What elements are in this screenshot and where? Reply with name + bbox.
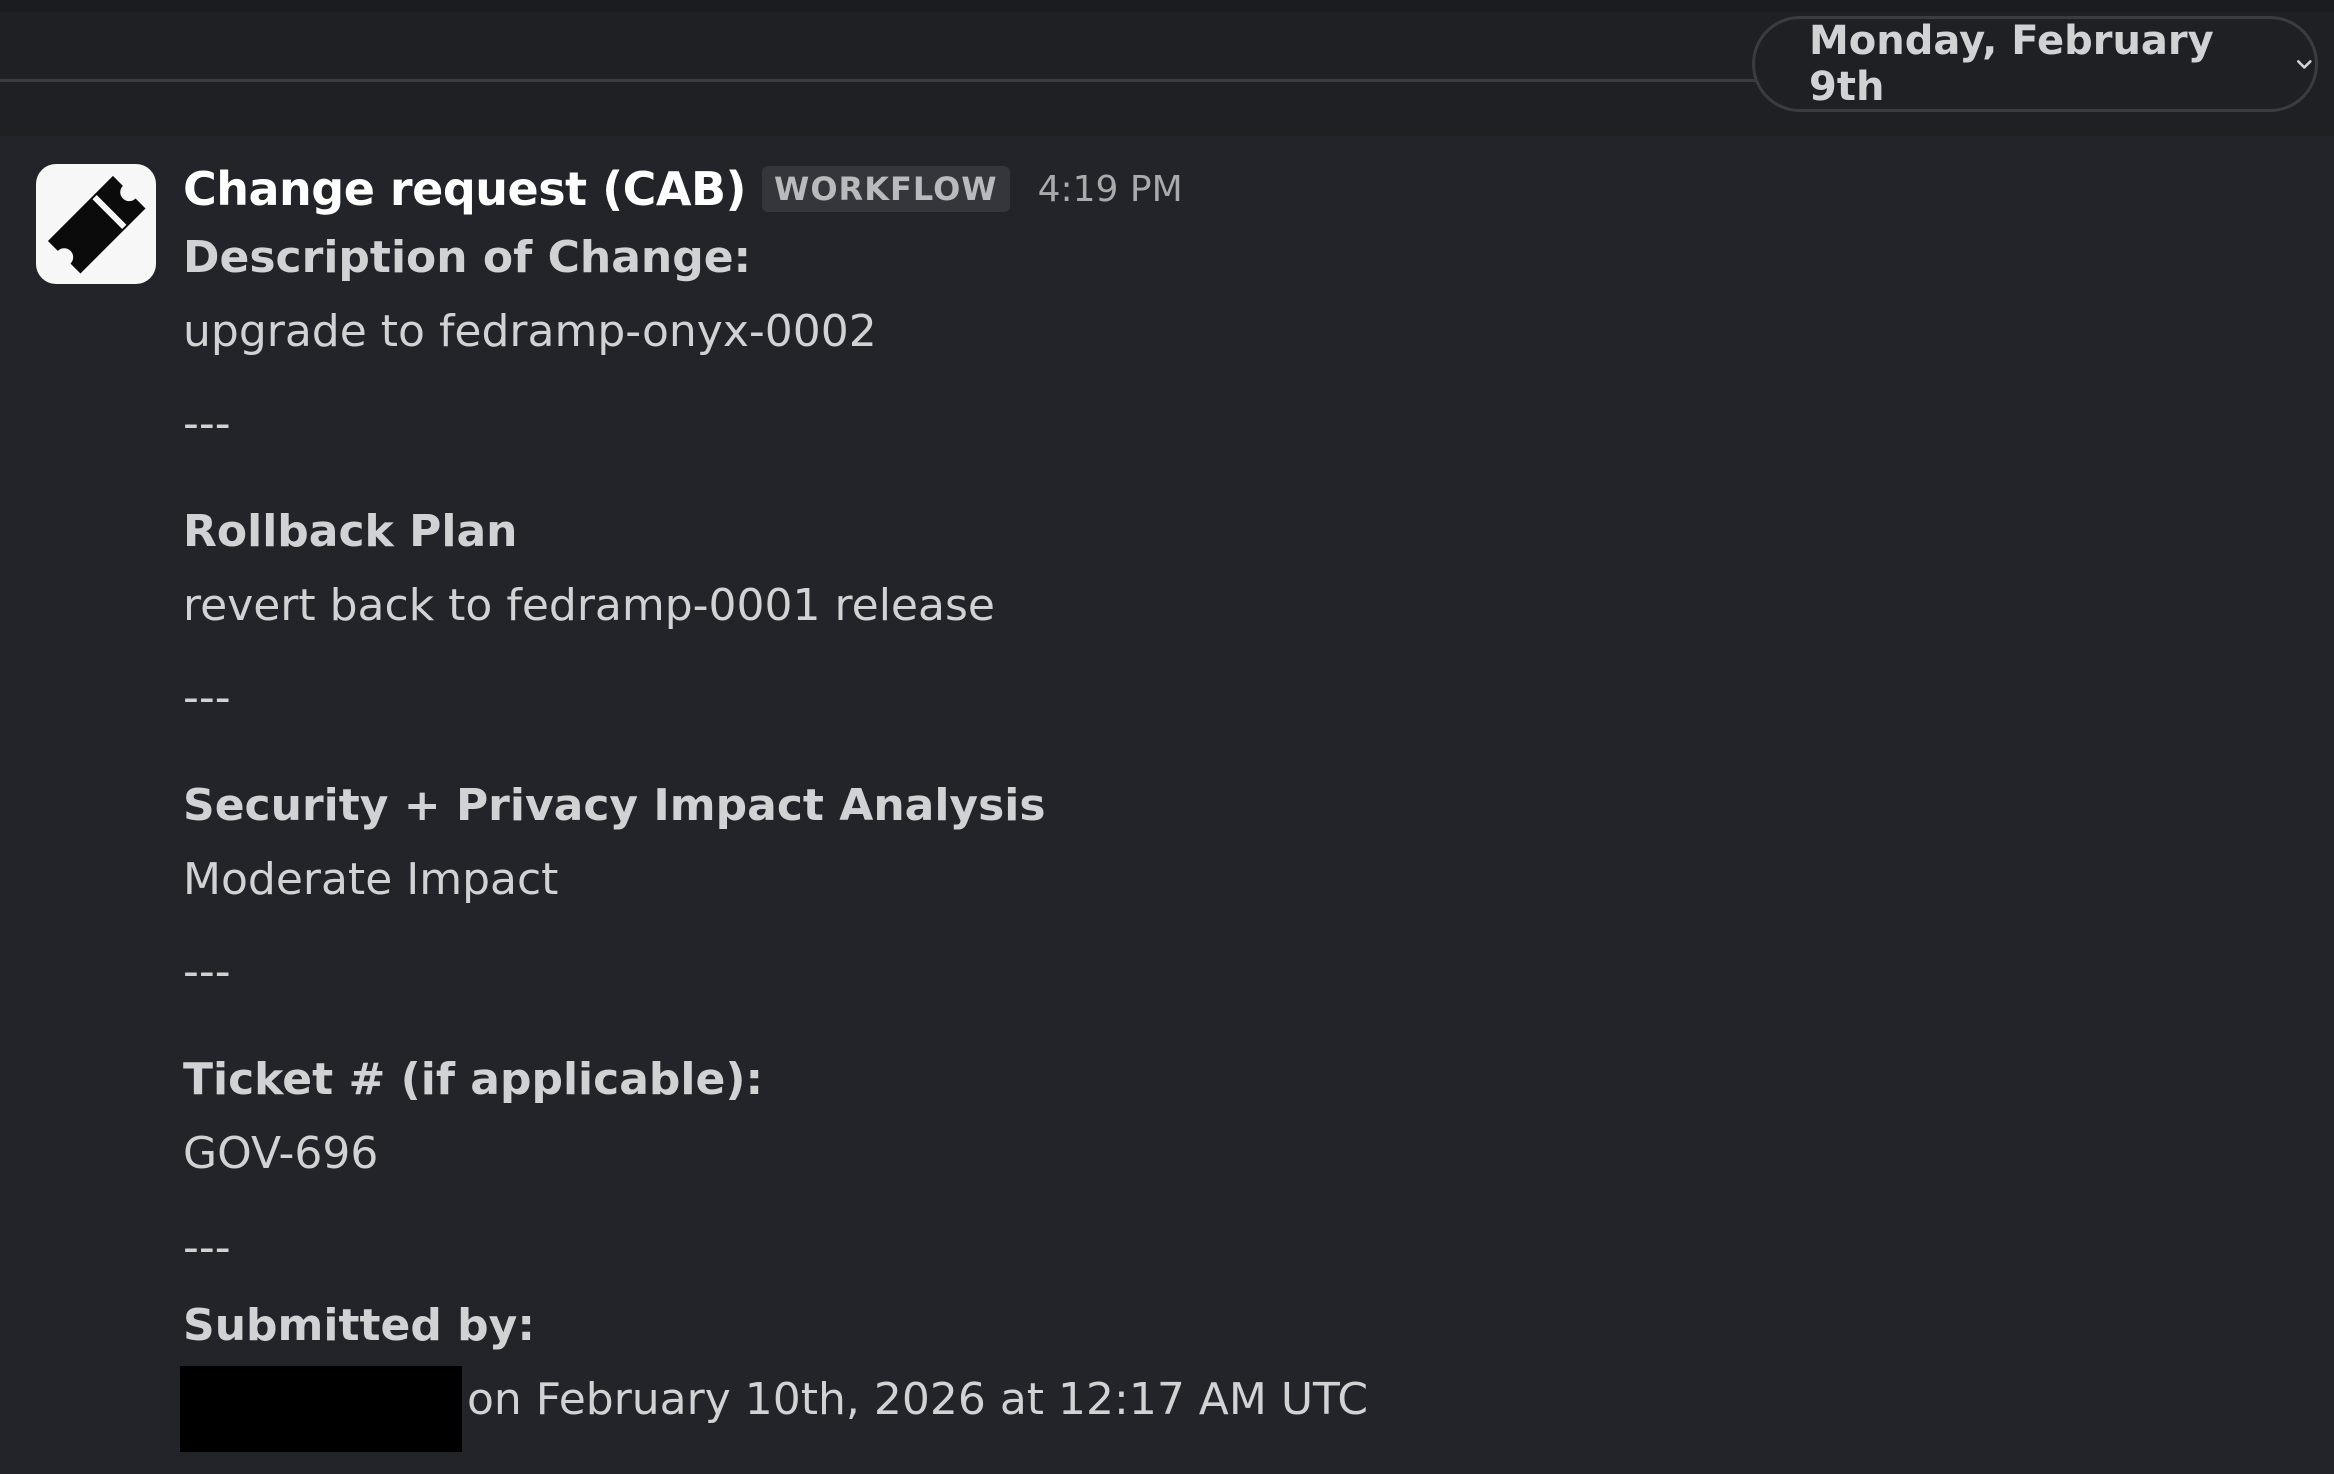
workflow-avatar[interactable] xyxy=(36,164,156,284)
submitted-label: Submitted by: xyxy=(183,1300,535,1351)
description-label: Description of Change: xyxy=(183,232,752,283)
date-divider-line xyxy=(0,79,1760,82)
separator: --- xyxy=(183,1222,231,1273)
redacted-user xyxy=(180,1366,462,1452)
sender-name[interactable]: Change request (CAB) xyxy=(183,162,747,216)
message-header: Change request (CAB) WORKFLOW 4:19 PM xyxy=(183,160,1983,218)
ticket-value: GOV-696 xyxy=(183,1128,379,1179)
top-bar xyxy=(0,0,2334,12)
separator: --- xyxy=(183,946,231,997)
message: Change request (CAB) WORKFLOW 4:19 PM De… xyxy=(180,160,1983,1452)
description-value: upgrade to fedramp-onyx-0002 xyxy=(183,306,877,357)
security-value: Moderate Impact xyxy=(183,854,559,905)
date-jump-button[interactable]: Monday, February 9th xyxy=(1752,16,2318,112)
security-label: Security + Privacy Impact Analysis xyxy=(183,780,1046,831)
submitted-value: on February 10th, 2026 at 12:17 AM UTC xyxy=(467,1374,1369,1425)
separator: --- xyxy=(183,398,231,449)
ticket-label: Ticket # (if applicable): xyxy=(183,1054,764,1105)
ticket-icon xyxy=(47,175,146,274)
separator: --- xyxy=(183,672,231,723)
date-label: Monday, February 9th xyxy=(1809,18,2214,110)
message-timestamp[interactable]: 4:19 PM xyxy=(1038,169,1183,210)
rollback-label: Rollback Plan xyxy=(183,506,518,557)
rollback-value: revert back to fedramp-0001 release xyxy=(183,580,995,631)
chevron-down-icon xyxy=(2297,60,2312,69)
workflow-badge: WORKFLOW xyxy=(762,166,1010,212)
